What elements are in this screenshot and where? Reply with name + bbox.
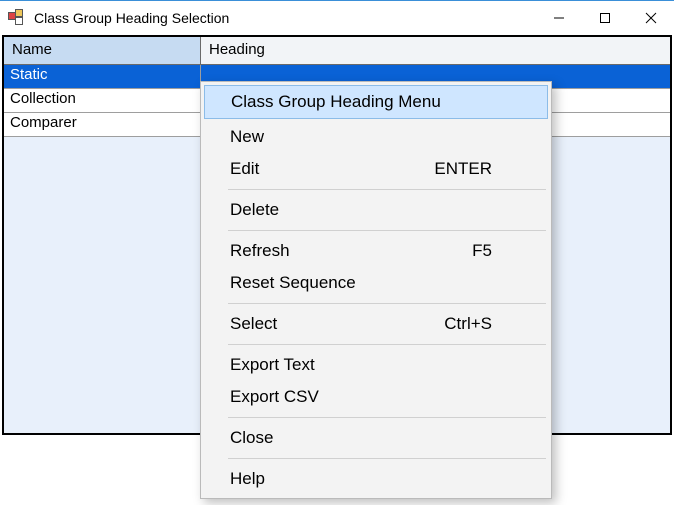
grid-header: Name Heading (4, 37, 670, 65)
menu-item[interactable]: Close (204, 422, 548, 454)
minimize-button[interactable] (536, 1, 582, 35)
menu-separator (228, 303, 546, 304)
menu-item-accelerator: F5 (472, 241, 522, 261)
cell-name: Comparer (4, 113, 201, 136)
menu-item-label: Close (230, 428, 522, 448)
menu-item[interactable]: RefreshF5 (204, 235, 548, 267)
window: Class Group Heading Selection Name Headi… (0, 0, 674, 505)
column-header-name[interactable]: Name (4, 37, 201, 64)
menu-item[interactable]: EditENTER (204, 153, 548, 185)
menu-item[interactable]: Reset Sequence (204, 267, 548, 299)
menu-item-accelerator: ENTER (434, 159, 522, 179)
menu-item-label: Refresh (230, 241, 472, 261)
menu-item-label: Edit (230, 159, 434, 179)
app-icon (8, 9, 26, 27)
menu-item[interactable]: Help (204, 463, 548, 495)
context-menu-title: Class Group Heading Menu (204, 85, 548, 119)
menu-item[interactable]: New (204, 121, 548, 153)
menu-item-label: Reset Sequence (230, 273, 522, 293)
window-buttons (536, 1, 674, 35)
menu-item-label: Export CSV (230, 387, 522, 407)
column-header-heading[interactable]: Heading (201, 37, 670, 64)
menu-item-accelerator: Ctrl+S (444, 314, 522, 334)
menu-separator (228, 417, 546, 418)
menu-item-label: Export Text (230, 355, 522, 375)
cell-name: Static (4, 65, 201, 88)
maximize-button[interactable] (582, 1, 628, 35)
menu-item-label: Delete (230, 200, 522, 220)
menu-item[interactable]: Export Text (204, 349, 548, 381)
cell-name: Collection (4, 89, 201, 112)
menu-separator (228, 344, 546, 345)
menu-item-label: New (230, 127, 522, 147)
menu-item[interactable]: Export CSV (204, 381, 548, 413)
menu-item-label: Select (230, 314, 444, 334)
titlebar: Class Group Heading Selection (0, 1, 674, 35)
menu-separator (228, 230, 546, 231)
close-button[interactable] (628, 1, 674, 35)
menu-separator (228, 458, 546, 459)
menu-item[interactable]: Delete (204, 194, 548, 226)
window-title: Class Group Heading Selection (34, 10, 229, 26)
context-menu: Class Group Heading Menu New EditENTER Del… (200, 81, 552, 499)
menu-separator (228, 189, 546, 190)
menu-item[interactable]: SelectCtrl+S (204, 308, 548, 340)
menu-item-label: Help (230, 469, 522, 489)
